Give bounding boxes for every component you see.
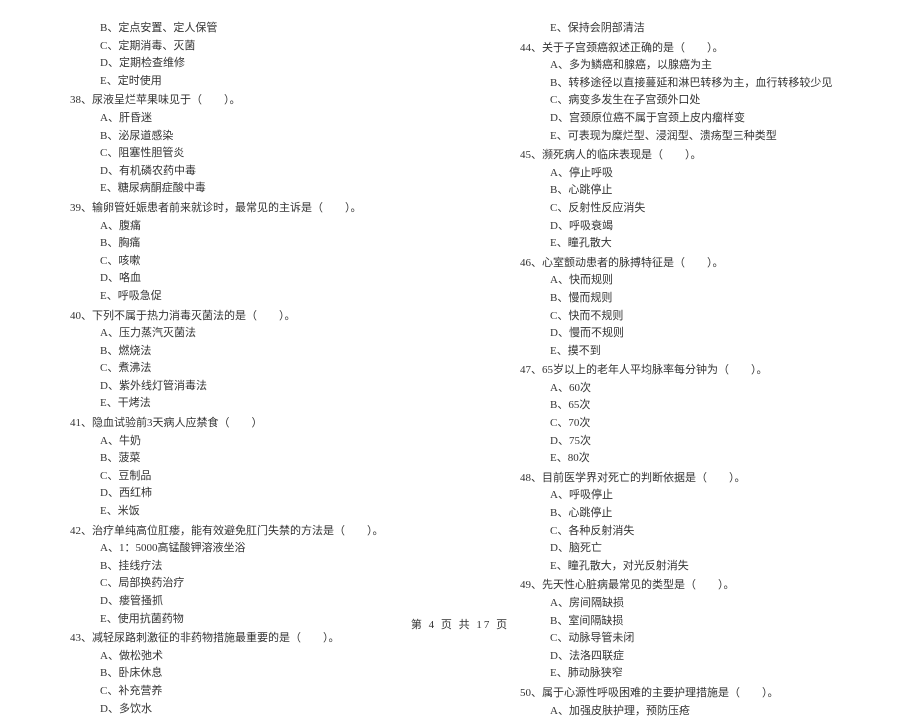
option-line: C、豆制品 <box>40 468 430 486</box>
option-line: B、菠菜 <box>40 450 430 468</box>
option-line: A、房间隔缺损 <box>490 595 880 613</box>
option-line: C、各种反射消失 <box>490 523 880 541</box>
option-line: D、75次 <box>490 433 880 451</box>
option-line: C、阻塞性胆管炎 <box>40 145 430 163</box>
question-stem: 44、关于子宫颈癌叙述正确的是（ ）。 <box>490 40 880 58</box>
option-line: E、呼吸急促 <box>40 288 430 306</box>
option-line: C、局部换药治疗 <box>40 575 430 593</box>
option-line: E、糖尿病酮症酸中毒 <box>40 180 430 198</box>
question-stem: 38、尿液呈烂苹果味见于（ ）。 <box>40 92 430 110</box>
content-columns: B、定点安置、定人保管C、定期消毒、灭菌D、定期检查维修E、定时使用38、尿液呈… <box>40 20 880 720</box>
option-line: B、转移途径以直接蔓延和淋巴转移为主，血行转移较少见 <box>490 75 880 93</box>
question-stem: 42、治疗单纯高位肛瘘，能有效避免肛门失禁的方法是（ ）。 <box>40 523 430 541</box>
option-line: E、肺动脉狭窄 <box>490 665 880 683</box>
option-line: D、慢而不规则 <box>490 325 880 343</box>
option-line: E、米饭 <box>40 503 430 521</box>
option-line: A、做松弛术 <box>40 648 430 666</box>
option-line: B、心跳停止 <box>490 182 880 200</box>
option-line: C、反射性反应消失 <box>490 200 880 218</box>
option-line: D、法洛四联症 <box>490 648 880 666</box>
option-line: C、咳嗽 <box>40 253 430 271</box>
option-line: A、牛奶 <box>40 433 430 451</box>
question-stem: 39、输卵管妊娠患者前来就诊时，最常见的主诉是（ ）。 <box>40 200 430 218</box>
option-line: D、有机磷农药中毒 <box>40 163 430 181</box>
option-line: A、快而规则 <box>490 272 880 290</box>
option-line: D、宫颈原位癌不属于宫颈上皮内瘤样变 <box>490 110 880 128</box>
question-stem: 41、隐血试验前3天病人应禁食（ ） <box>40 415 430 433</box>
question-stem: 45、濒死病人的临床表现是（ ）。 <box>490 147 880 165</box>
option-line: A、肝昏迷 <box>40 110 430 128</box>
option-line: D、瘘管搔抓 <box>40 593 430 611</box>
option-line: C、补充营养 <box>40 683 430 701</box>
option-line: D、紫外线灯管消毒法 <box>40 378 430 396</box>
option-line: A、60次 <box>490 380 880 398</box>
option-line: B、挂线疗法 <box>40 558 430 576</box>
option-line: C、病变多发生在子宫颈外口处 <box>490 92 880 110</box>
question-stem: 50、属于心源性呼吸困难的主要护理措施是（ ）。 <box>490 685 880 703</box>
option-line: E、可表现为糜烂型、浸润型、溃疡型三种类型 <box>490 128 880 146</box>
option-line: A、加强皮肤护理，预防压疮 <box>490 703 880 720</box>
page-footer: 第 4 页 共 17 页 <box>0 617 920 635</box>
option-line: E、定时使用 <box>40 73 430 91</box>
option-line: E、保持会阴部清洁 <box>490 20 880 38</box>
option-line: C、快而不规则 <box>490 308 880 326</box>
option-line: B、卧床休息 <box>40 665 430 683</box>
option-line: C、定期消毒、灭菌 <box>40 38 430 56</box>
question-stem: 48、目前医学界对死亡的判断依据是（ ）。 <box>490 470 880 488</box>
right-column: E、保持会阴部清洁 44、关于子宫颈癌叙述正确的是（ ）。A、多为鳞癌和腺癌，以腺… <box>490 20 880 720</box>
option-line: E、摸不到 <box>490 343 880 361</box>
option-line: C、煮沸法 <box>40 360 430 378</box>
option-line: E、瞳孔散大 <box>490 235 880 253</box>
option-line: A、多为鳞癌和腺癌，以腺癌为主 <box>490 57 880 75</box>
option-line: D、咯血 <box>40 270 430 288</box>
option-line: D、脑死亡 <box>490 540 880 558</box>
left-column: B、定点安置、定人保管C、定期消毒、灭菌D、定期检查维修E、定时使用38、尿液呈… <box>40 20 430 720</box>
option-line: A、腹痛 <box>40 218 430 236</box>
option-line: E、瞳孔散大，对光反射消失 <box>490 558 880 576</box>
option-line: D、多饮水 <box>40 701 430 719</box>
question-stem: 40、下列不属于热力消毒灭菌法的是（ ）。 <box>40 308 430 326</box>
option-line: A、1：5000高锰酸钾溶液坐浴 <box>40 540 430 558</box>
option-line: B、心跳停止 <box>490 505 880 523</box>
option-line: A、停止呼吸 <box>490 165 880 183</box>
option-line: B、燃烧法 <box>40 343 430 361</box>
question-stem: 46、心室颤动患者的脉搏特征是（ ）。 <box>490 255 880 273</box>
question-stem: 49、先天性心脏病最常见的类型是（ ）。 <box>490 577 880 595</box>
question-stem: 47、65岁以上的老年人平均脉率每分钟为（ ）。 <box>490 362 880 380</box>
option-line: B、胸痛 <box>40 235 430 253</box>
option-line: C、70次 <box>490 415 880 433</box>
option-line: A、压力蒸汽灭菌法 <box>40 325 430 343</box>
option-line: E、80次 <box>490 450 880 468</box>
option-line: B、慢而规则 <box>490 290 880 308</box>
option-line: D、呼吸衰竭 <box>490 218 880 236</box>
option-line: B、定点安置、定人保管 <box>40 20 430 38</box>
option-line: D、定期检查维修 <box>40 55 430 73</box>
option-line: B、65次 <box>490 397 880 415</box>
option-line: A、呼吸停止 <box>490 487 880 505</box>
option-line: E、干烤法 <box>40 395 430 413</box>
option-line: D、西红柿 <box>40 485 430 503</box>
option-line: B、泌尿道感染 <box>40 128 430 146</box>
